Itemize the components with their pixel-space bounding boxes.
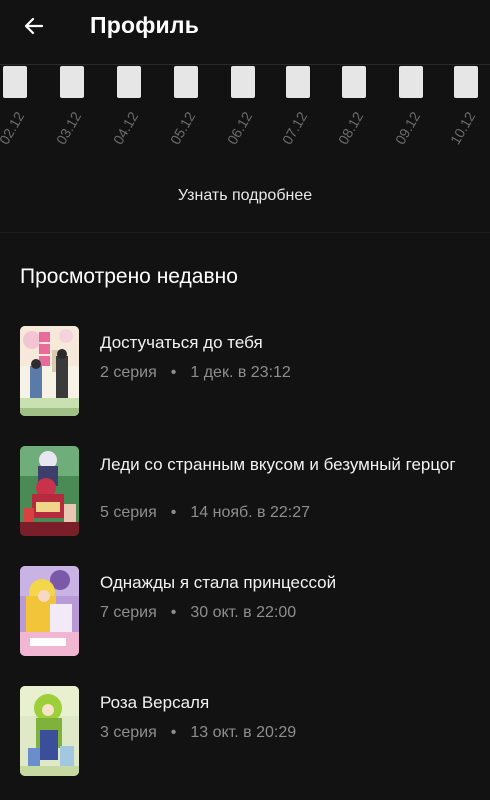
cover-art-image (20, 326, 79, 416)
calendar-date: 06.12 (223, 108, 256, 148)
anime-title: Однажды я стала принцессой (100, 573, 337, 592)
episode-label: 7 серия (100, 604, 157, 621)
watch-meta: 2 серия • 1 дек. в 23:12 (100, 364, 291, 382)
activity-cell (454, 66, 478, 98)
activity-cell (3, 66, 27, 98)
activity-calendar: 02.12 03.12 04.12 05.12 06.12 07.12 08.1… (0, 62, 490, 162)
cover-art-image (20, 566, 79, 656)
calendar-day: 10.12 (447, 62, 490, 162)
watch-date: 14 нояб. в 22:27 (190, 504, 311, 521)
calendar-date: 02.12 (0, 108, 28, 148)
anime-cover (20, 686, 79, 776)
watch-meta: 3 серия • 13 окт. в 20:29 (100, 724, 296, 742)
calendar-date: 08.12 (334, 108, 367, 148)
history-item[interactable]: Достучаться до тебя 2 серия • 1 дек. в 23:… (0, 326, 490, 416)
anime-cover (20, 446, 79, 536)
calendar-date: 10.12 (446, 108, 479, 148)
separator-dot: • (170, 604, 177, 621)
calendar-day: 08.12 (335, 62, 395, 162)
activity-cell (342, 66, 366, 98)
activity-cell (399, 66, 423, 98)
calendar-date: 09.12 (391, 108, 424, 148)
calendar-date: 07.12 (278, 108, 311, 148)
calendar-day: 03.12 (53, 62, 113, 162)
top-app-bar: Профиль (0, 0, 490, 54)
calendar-day: 09.12 (392, 62, 452, 162)
watch-date: 30 окт. в 22:00 (190, 604, 297, 621)
separator-dot: • (170, 504, 177, 521)
activity-cell (231, 66, 255, 98)
calendar-day: 06.12 (224, 62, 284, 162)
activity-cell (60, 66, 84, 98)
anime-title: Леди со странным вкусом и безумный герцо… (100, 455, 456, 474)
cover-art-image (20, 446, 79, 536)
page-title: Профиль (90, 12, 200, 38)
section-divider (0, 232, 490, 233)
anime-title: Роза Версаля (100, 693, 210, 712)
calendar-date: 03.12 (52, 108, 85, 148)
calendar-day: 05.12 (167, 62, 227, 162)
separator-dot: • (170, 364, 177, 381)
learn-more-link[interactable]: Узнать подробнее (0, 187, 490, 205)
calendar-date: 04.12 (109, 108, 142, 148)
cover-art-image (20, 686, 79, 776)
calendar-day: 02.12 (0, 62, 56, 162)
watch-date: 1 дек. в 23:12 (190, 364, 291, 381)
watch-meta: 5 серия • 14 нояб. в 22:27 (100, 504, 310, 522)
history-item[interactable]: Леди со странным вкусом и безумный герцо… (0, 446, 490, 536)
activity-cell (286, 66, 310, 98)
anime-cover (20, 566, 79, 656)
calendar-day: 04.12 (110, 62, 170, 162)
history-item[interactable]: Роза Версаля 3 серия • 13 окт. в 20:29 (0, 686, 490, 776)
calendar-date: 05.12 (166, 108, 199, 148)
anime-title: Достучаться до тебя (100, 333, 263, 352)
watch-meta: 7 серия • 30 окт. в 22:00 (100, 604, 296, 622)
activity-cell (117, 66, 141, 98)
activity-cell (174, 66, 198, 98)
arrow-left-icon (24, 17, 44, 35)
recent-section-title: Просмотрено недавно (20, 265, 238, 288)
back-button[interactable] (14, 8, 54, 44)
episode-label: 5 серия (100, 504, 157, 521)
anime-cover (20, 326, 79, 416)
watch-date: 13 окт. в 20:29 (190, 724, 297, 741)
separator-dot: • (170, 724, 177, 741)
history-item[interactable]: Однажды я стала принцессой 7 серия • 30 ок… (0, 566, 490, 656)
episode-label: 3 серия (100, 724, 157, 741)
calendar-day: 07.12 (279, 62, 339, 162)
episode-label: 2 серия (100, 364, 157, 381)
